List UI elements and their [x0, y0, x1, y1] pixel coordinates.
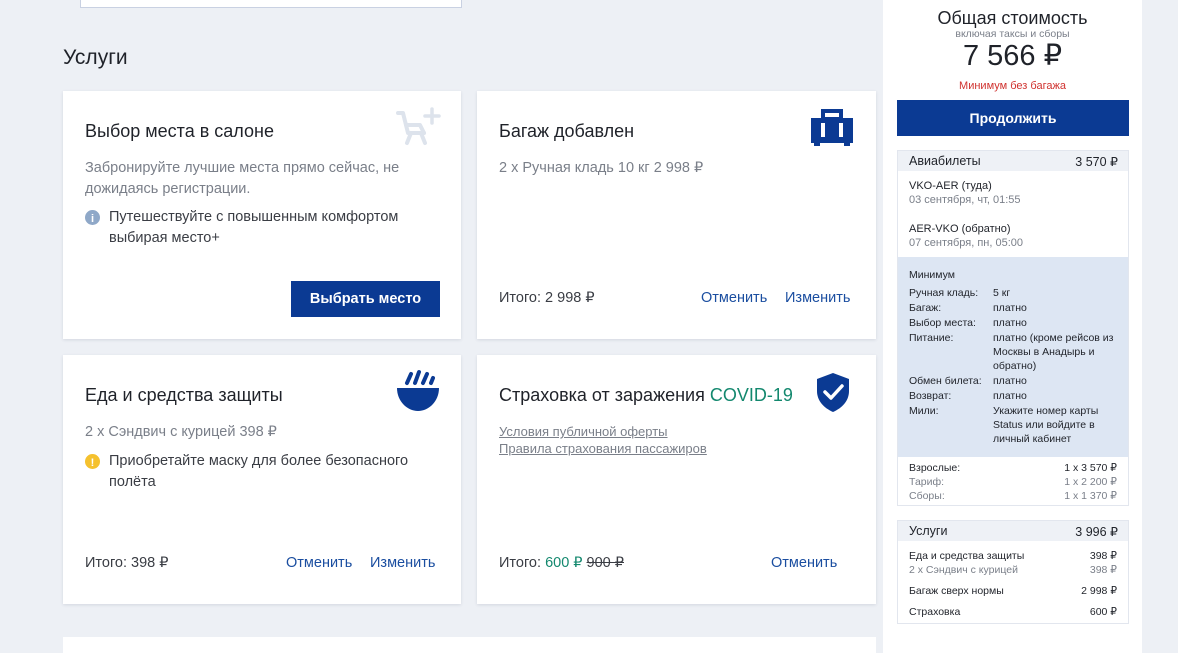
services-box: Услуги 3 996 ₽ Еда и средства защиты 398 … — [897, 520, 1129, 624]
info-icon: i — [85, 210, 100, 225]
food-card-title: Еда и средства защиты — [85, 385, 283, 405]
fare-name: Минимум — [909, 269, 955, 281]
top-input-field[interactable] — [80, 0, 462, 8]
fare-row: Мили: Укажите номер карты Status или войд… — [909, 405, 1099, 445]
suitcase-icon — [811, 109, 853, 146]
baggage-total: Итого: 2 998 ₽ — [499, 290, 595, 306]
service-row: Еда и средства защиты 398 ₽ — [909, 550, 1117, 562]
food-total: Итого: 398 ₽ — [85, 555, 169, 571]
food-card: Еда и средства защиты 2 x Сэндвич с кури… — [63, 355, 461, 604]
service-row: Багаж сверх нормы 2 998 ₽ — [909, 585, 1117, 597]
baggage-description: 2 x Ручная кладь 10 кг 2 998 ₽ — [499, 160, 704, 176]
insurance-card: Страховка от заражения COVID-19 Условия … — [477, 355, 876, 604]
insurance-cancel-link[interactable]: Отменить — [771, 555, 837, 571]
warning-icon: ! — [85, 454, 100, 469]
insurance-rules-link[interactable]: Правила страхования пассажиров — [499, 441, 707, 456]
baggage-card-title: Багаж добавлен — [499, 121, 635, 141]
total-price: 7 566 ₽ — [962, 40, 1063, 72]
choose-seat-button[interactable]: Выбрать место — [291, 281, 440, 317]
baggage-cancel-link[interactable]: Отменить — [701, 290, 767, 306]
baggage-change-link[interactable]: Изменить — [785, 290, 850, 306]
baggage-card: Багаж добавлен 2 x Ручная кладь 10 кг 2 … — [477, 91, 876, 339]
fare-row: Питание: платно (кроме рейсов из Москвы в… — [909, 332, 1114, 372]
tickets-header: Авиабилеты 3 570 ₽ — [898, 151, 1128, 171]
price-row-adults: Взрослые: 1 x 3 570 ₽ — [909, 462, 1117, 474]
next-card — [63, 637, 876, 653]
insurance-card-title: Страховка от заражения COVID-19 — [499, 385, 793, 405]
price-row-fare: Тариф: 1 x 2 200 ₽ — [909, 476, 1117, 488]
fare-row: Выбор места: платно — [909, 317, 1027, 329]
food-description: 2 x Сэндвич с курицей 398 ₽ — [85, 424, 277, 440]
seat-selection-card: Выбор места в салоне Забронируйте лучшие… — [63, 91, 461, 339]
public-offer-link[interactable]: Условия публичной оферты — [499, 424, 668, 439]
food-card-note: ! Приобретайте маску для более безопасно… — [85, 451, 408, 493]
seat-plus-icon — [396, 107, 441, 145]
tickets-box: Авиабилеты 3 570 ₽ VKO-AER (туда) 03 сен… — [897, 150, 1129, 506]
seat-card-title: Выбор места в салоне — [85, 121, 274, 141]
service-row: Страховка 600 ₽ — [909, 606, 1117, 618]
price-row-fees: Сборы: 1 x 1 370 ₽ — [909, 490, 1117, 502]
food-cancel-link[interactable]: Отменить — [286, 555, 352, 571]
fare-row: Ручная кладь: 5 кг — [909, 287, 1011, 299]
fare-details: Минимум Ручная кладь: 5 кг Багаж: платно В… — [898, 257, 1128, 457]
seat-card-note: i Путешествуйте с повышенным комфортом в… — [85, 207, 398, 249]
section-title: Услуги — [63, 46, 128, 69]
continue-button[interactable]: Продолжить — [897, 100, 1129, 136]
fare-warning: Минимум без багажа — [959, 80, 1066, 92]
flight-return: AER-VKO (обратно) 07 сентября, пн, 05:00 — [909, 223, 1024, 249]
covid-label: COVID-19 — [709, 385, 793, 405]
service-row: 2 х Сэндвич с курицей 398 ₽ — [909, 564, 1117, 576]
fare-row: Обмен билета: платно — [909, 375, 1027, 387]
price-summary-sidebar: Общая стоимость включая таксы и сборы 7 … — [883, 0, 1142, 653]
insurance-new-price: 600 ₽ — [545, 555, 583, 571]
flight-outbound: VKO-AER (туда) 03 сентября, чт, 01:55 — [909, 180, 1021, 206]
seat-card-description: Забронируйте лучшие места прямо сейчас, … — [85, 160, 400, 197]
shield-check-icon — [817, 373, 849, 412]
food-change-link[interactable]: Изменить — [370, 555, 435, 571]
total-cost-title: Общая стоимость — [937, 8, 1088, 28]
services-header: Услуги 3 996 ₽ — [898, 521, 1128, 541]
insurance-total: Итого: 600 ₽ 900 ₽ — [499, 555, 624, 571]
fare-row: Возврат: платно — [909, 390, 1027, 402]
food-bowl-icon — [397, 370, 439, 411]
fare-row: Багаж: платно — [909, 302, 1027, 314]
insurance-old-price: 900 ₽ — [586, 555, 624, 571]
